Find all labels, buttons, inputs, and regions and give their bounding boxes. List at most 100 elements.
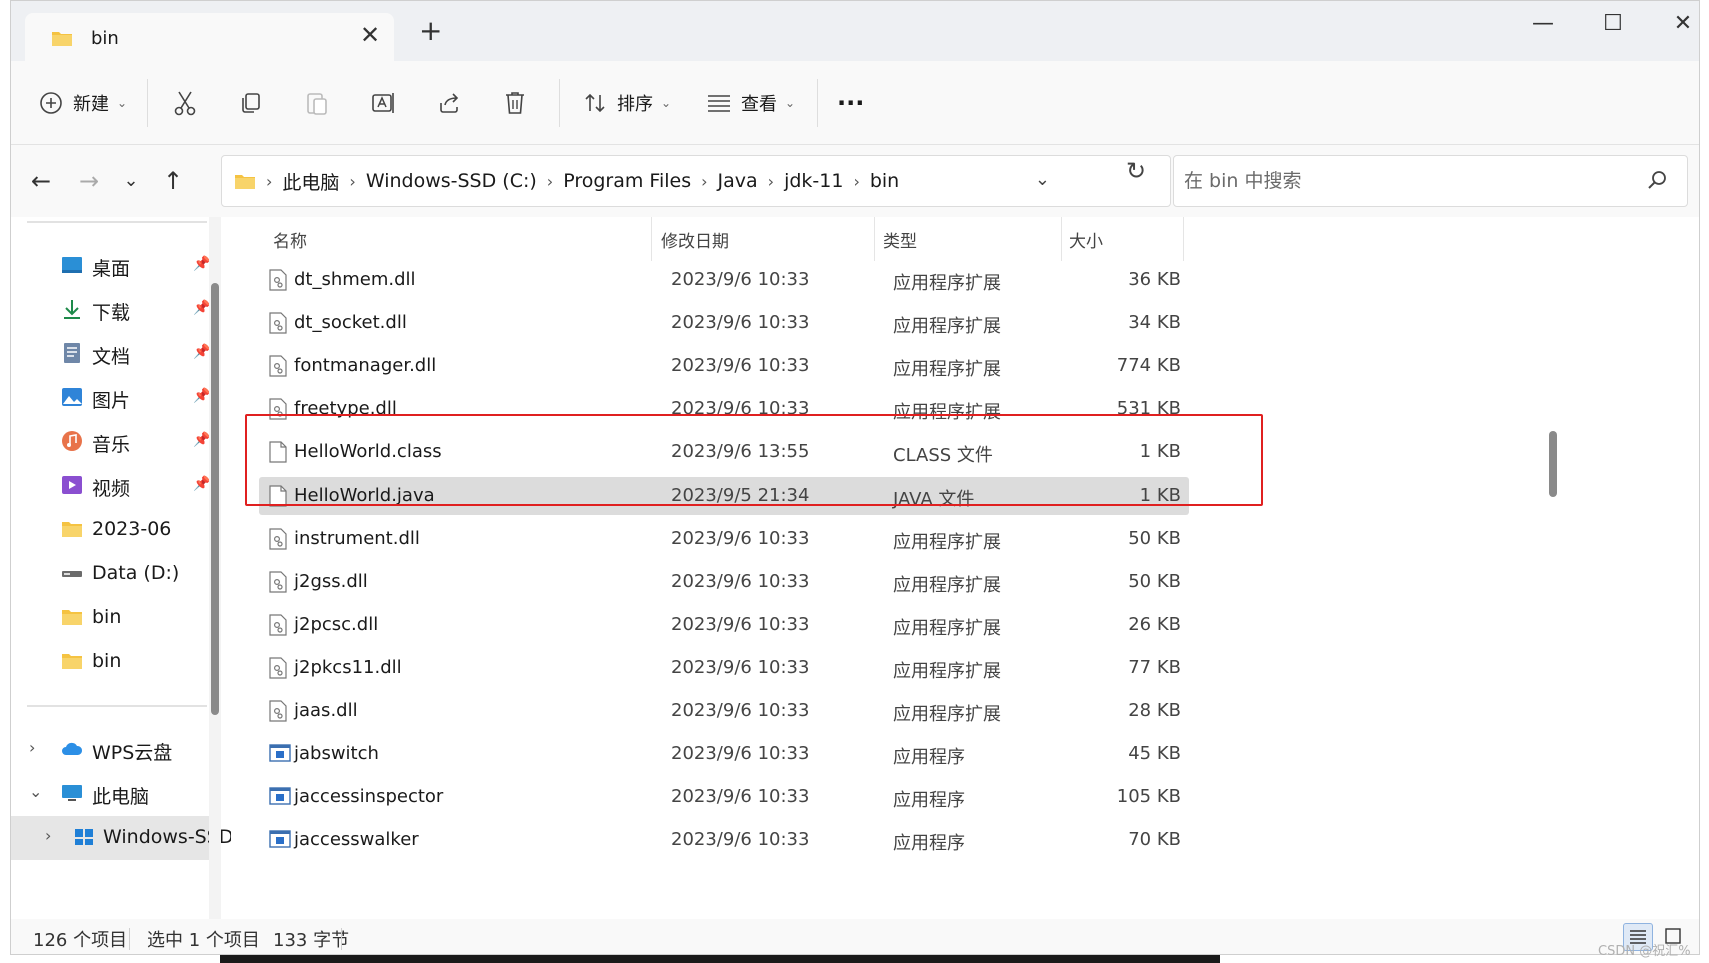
rename-button[interactable] <box>371 83 397 123</box>
copy-button[interactable] <box>239 83 263 123</box>
sidebar-item-label: bin <box>92 606 122 628</box>
file-name: jaas.dll <box>294 700 358 721</box>
file-row[interactable]: jaccessinspector 2023/9/6 10:33 应用程序 105 KB <box>259 778 1189 816</box>
file-row[interactable]: instrument.dll 2023/9/6 10:33 应用程序扩展 50 KB <box>259 520 1189 558</box>
sidebar-item-pictures[interactable]: 图片 📌 <box>11 376 221 420</box>
sidebar-item-2023-06[interactable]: 2023-06 <box>11 508 221 552</box>
breadcrumb-java[interactable]: Java <box>718 170 758 192</box>
sidebar-item-label: bin <box>92 650 122 672</box>
refresh-icon[interactable]: ↻ <box>1126 157 1146 185</box>
title-bar: bin ✕ + — ☐ ✕ <box>11 1 1699 61</box>
file-row[interactable]: jabswitch 2023/9/6 10:33 应用程序 45 KB <box>259 735 1189 773</box>
file-explorer-window: bin ✕ + — ☐ ✕ 新建 ⌄ 排序 ⌄ 查看 ⌄ ··· ← → ⌄ ↑… <box>10 0 1700 955</box>
file-name: dt_shmem.dll <box>294 269 416 290</box>
folder-icon <box>235 175 255 189</box>
chevron-down-icon[interactable]: ⌄ <box>29 782 42 801</box>
sidebar-item-bin[interactable]: bin <box>11 640 221 684</box>
cut-button[interactable] <box>173 83 197 123</box>
file-row[interactable]: j2gss.dll 2023/9/6 10:33 应用程序扩展 50 KB <box>259 563 1189 601</box>
sidebar-item-downloads[interactable]: 下载 📌 <box>11 288 221 332</box>
pin-icon: 📌 <box>193 344 211 360</box>
file-type: 应用程序 <box>893 833 965 854</box>
chevron-right-icon[interactable]: › <box>45 826 51 845</box>
column-divider[interactable] <box>651 217 652 261</box>
file-row[interactable]: jaccesswalker 2023/9/6 10:33 应用程序 70 KB <box>259 821 1189 859</box>
chevron-right-icon: › <box>266 171 273 191</box>
sidebar-item-this-pc[interactable]: ⌄ 此电脑 <box>11 772 221 816</box>
file-row[interactable]: dt_socket.dll 2023/9/6 10:33 应用程序扩展 34 KB <box>259 304 1189 342</box>
file-row[interactable]: jaas.dll 2023/9/6 10:33 应用程序扩展 28 KB <box>259 692 1189 730</box>
item-count: 126 个项目 <box>33 930 128 951</box>
file-type: 应用程序扩展 <box>893 618 1001 639</box>
column-header-date[interactable]: 修改日期 <box>661 217 729 261</box>
file-size: 50 KB <box>1128 571 1181 592</box>
column-divider[interactable] <box>1183 217 1184 261</box>
breadcrumb-jdk-11[interactable]: jdk-11 <box>784 170 843 192</box>
view-button[interactable]: 查看 ⌄ <box>707 83 795 123</box>
column-header-name[interactable]: 名称 <box>273 217 307 261</box>
tab-close-icon[interactable]: ✕ <box>355 21 385 49</box>
chevron-right-icon[interactable]: › <box>29 738 35 757</box>
pin-icon: 📌 <box>193 476 211 492</box>
sidebar-item-music[interactable]: 音乐 📌 <box>11 420 221 464</box>
toolbar-divider <box>559 79 560 127</box>
file-date: 2023/9/6 10:33 <box>671 700 810 721</box>
file-row[interactable]: dt_shmem.dll 2023/9/6 10:33 应用程序扩展 36 KB <box>259 261 1189 299</box>
sidebar-item-videos[interactable]: 视频 📌 <box>11 464 221 508</box>
sidebar-item-data-drive[interactable]: Data (D:) <box>11 552 221 596</box>
file-size: 77 KB <box>1128 657 1181 678</box>
sidebar-item-documents[interactable]: 文档 📌 <box>11 332 221 376</box>
forward-button[interactable]: → <box>73 165 105 197</box>
picture-icon <box>62 388 82 406</box>
new-tab-button[interactable]: + <box>419 17 442 45</box>
file-date: 2023/9/6 10:33 <box>671 743 810 764</box>
file-date: 2023/9/6 10:33 <box>671 528 810 549</box>
minimize-button[interactable]: — <box>1523 11 1563 41</box>
file-name: j2gss.dll <box>294 571 368 592</box>
column-header-type[interactable]: 类型 <box>883 217 917 261</box>
search-box[interactable] <box>1173 155 1688 207</box>
maximize-button[interactable]: ☐ <box>1593 11 1633 41</box>
file-size: 36 KB <box>1128 269 1181 290</box>
sidebar-scrollbar[interactable] <box>211 283 219 715</box>
up-button[interactable]: ↑ <box>157 165 189 197</box>
sidebar-item-desktop[interactable]: 桌面 📌 <box>11 244 221 288</box>
delete-button[interactable] <box>503 83 527 123</box>
file-type: 应用程序扩展 <box>893 575 1001 596</box>
file-name: j2pcsc.dll <box>294 614 379 635</box>
breadcrumb-program-files[interactable]: Program Files <box>563 170 691 192</box>
file-list: ⌃ 名称 修改日期 类型 大小 dt_shmem.dll 2023/9/6 10:… <box>231 217 1681 919</box>
address-bar[interactable]: › 此电脑 › Windows-SSD (C:) › Program Files… <box>221 155 1171 207</box>
recent-locations-button[interactable]: ⌄ <box>115 165 147 197</box>
share-button[interactable] <box>437 83 461 123</box>
search-input[interactable] <box>1184 166 1624 196</box>
breadcrumb-bin[interactable]: bin <box>870 170 899 192</box>
file-row[interactable]: j2pcsc.dll 2023/9/6 10:33 应用程序扩展 26 KB <box>259 606 1189 644</box>
more-options-button[interactable]: ··· <box>837 83 864 123</box>
sidebar-item-bin[interactable]: bin <box>11 596 221 640</box>
back-button[interactable]: ← <box>25 165 57 197</box>
file-date: 2023/9/6 10:33 <box>671 829 810 850</box>
breadcrumb-this-pc[interactable]: 此电脑 <box>282 168 339 195</box>
sort-button[interactable]: 排序 ⌄ <box>583 83 671 123</box>
sidebar-item-windows-ssd[interactable]: › Windows-SSD <box>11 816 233 860</box>
file-list-scrollbar[interactable] <box>1549 431 1557 497</box>
breadcrumb-windows-ssd[interactable]: Windows-SSD (C:) <box>366 170 537 192</box>
column-divider[interactable] <box>1061 217 1062 261</box>
address-history-chevron-icon[interactable]: ⌄ <box>1035 169 1050 190</box>
column-header-size[interactable]: 大小 <box>1069 217 1103 261</box>
file-type: 应用程序扩展 <box>893 359 1001 380</box>
file-row[interactable]: fontmanager.dll 2023/9/6 10:33 应用程序扩展 774 K… <box>259 347 1189 385</box>
chevron-down-icon: ⌄ <box>117 96 128 110</box>
close-window-button[interactable]: ✕ <box>1663 11 1699 41</box>
file-row[interactable]: j2pkcs11.dll 2023/9/6 10:33 应用程序扩展 77 KB <box>259 649 1189 687</box>
file-date: 2023/9/6 10:33 <box>671 786 810 807</box>
column-divider[interactable] <box>874 217 875 261</box>
sidebar-item-wps-cloud[interactable]: › WPS云盘 <box>11 728 221 772</box>
new-button[interactable]: 新建 ⌄ <box>39 83 127 123</box>
sidebar-item-label: 音乐 <box>92 434 131 456</box>
tab-bin[interactable]: bin ✕ <box>25 13 394 61</box>
file-size: 50 KB <box>1128 528 1181 549</box>
folder-icon <box>52 32 72 46</box>
paste-button[interactable] <box>305 83 329 123</box>
